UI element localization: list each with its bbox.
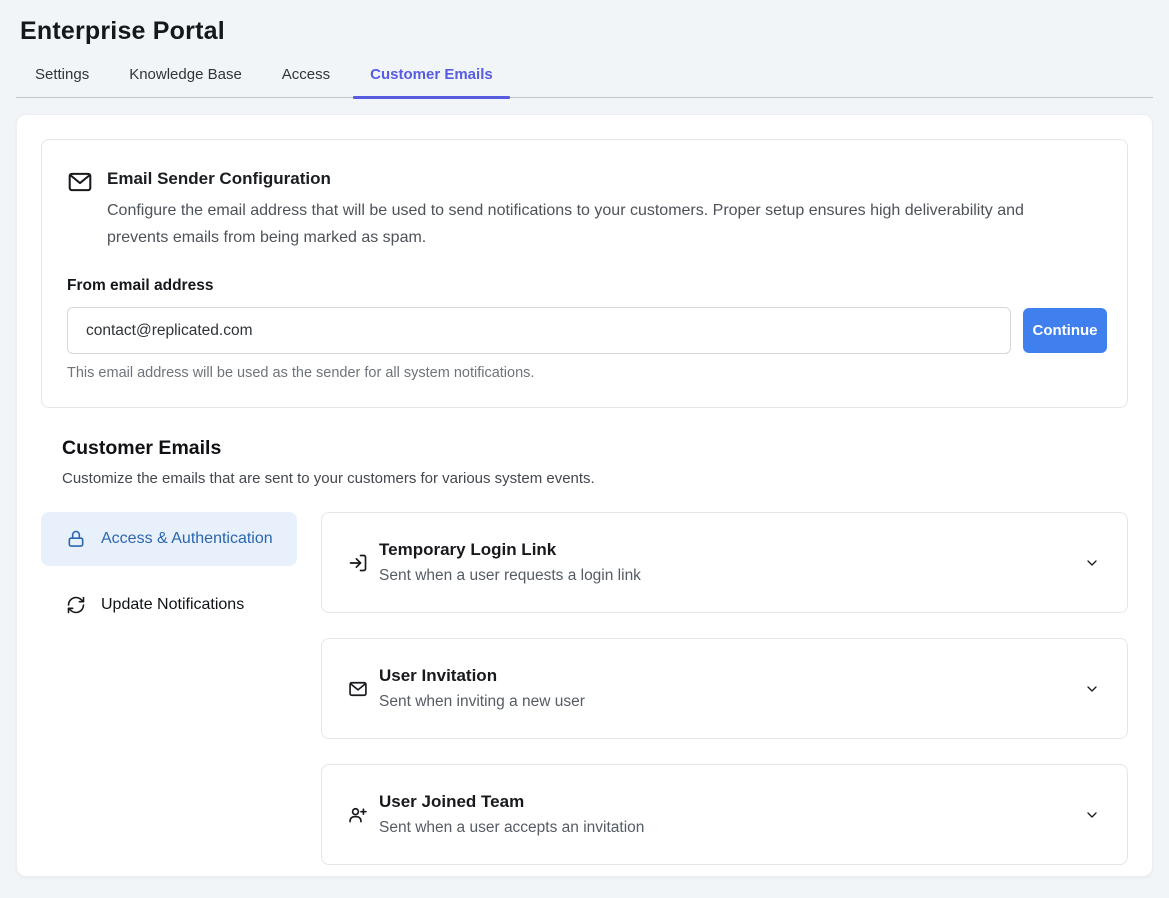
accordion-temporary-login-link[interactable]: Temporary Login Link Sent when a user re…: [321, 512, 1128, 613]
config-card-description: Configure the email address that will be…: [107, 197, 1087, 251]
lock-icon: [66, 529, 86, 549]
from-email-input[interactable]: [67, 307, 1011, 354]
accordion-title: Temporary Login Link: [379, 537, 1084, 563]
user-plus-icon: [348, 805, 368, 825]
config-card-header: Email Sender Configuration Configure the…: [67, 167, 1107, 251]
email-template-list: Temporary Login Link Sent when a user re…: [321, 512, 1128, 865]
accordion-title: User Invitation: [379, 663, 1084, 689]
accordion-text: Temporary Login Link Sent when a user re…: [379, 537, 1084, 589]
tab-bar: Settings Knowledge Base Access Customer …: [16, 57, 1153, 98]
accordion-user-joined-team[interactable]: User Joined Team Sent when a user accept…: [321, 764, 1128, 865]
from-email-label: From email address: [67, 277, 1107, 295]
config-card-title: Email Sender Configuration: [107, 167, 1087, 191]
accordion-description: Sent when a user accepts an invitation: [379, 815, 1084, 841]
accordion-description: Sent when a user requests a login link: [379, 563, 1084, 589]
customer-emails-title: Customer Emails: [62, 437, 1128, 460]
customer-emails-subtitle: Customize the emails that are sent to yo…: [62, 470, 1128, 487]
page-title: Enterprise Portal: [0, 0, 1169, 46]
login-icon: [348, 553, 368, 573]
accordion-description: Sent when inviting a new user: [379, 689, 1084, 715]
category-label: Update Notifications: [101, 593, 244, 617]
chevron-down-icon[interactable]: [1084, 807, 1100, 823]
chevron-down-icon[interactable]: [1084, 555, 1100, 571]
tab-knowledge-base[interactable]: Knowledge Base: [112, 57, 259, 97]
mail-icon: [348, 679, 368, 699]
tab-customer-emails[interactable]: Customer Emails: [353, 57, 510, 97]
config-card-text: Email Sender Configuration Configure the…: [107, 167, 1087, 251]
email-input-row: Continue: [67, 307, 1107, 354]
category-access-authentication[interactable]: Access & Authentication: [41, 512, 297, 566]
enterprise-portal-page: Enterprise Portal Settings Knowledge Bas…: [0, 0, 1169, 898]
customer-emails-layout: Access & Authentication Update Notificat…: [41, 512, 1128, 865]
main-panel: Email Sender Configuration Configure the…: [16, 114, 1153, 877]
accordion-text: User Joined Team Sent when a user accept…: [379, 789, 1084, 841]
accordion-user-invitation[interactable]: User Invitation Sent when inviting a new…: [321, 638, 1128, 739]
refresh-icon: [66, 595, 86, 615]
chevron-down-icon[interactable]: [1084, 681, 1100, 697]
accordion-text: User Invitation Sent when inviting a new…: [379, 663, 1084, 715]
tab-settings[interactable]: Settings: [18, 57, 106, 97]
continue-button[interactable]: Continue: [1023, 308, 1107, 353]
email-category-nav: Access & Authentication Update Notificat…: [41, 512, 297, 632]
email-sender-configuration-card: Email Sender Configuration Configure the…: [41, 139, 1128, 408]
category-update-notifications[interactable]: Update Notifications: [41, 578, 297, 632]
mail-icon: [67, 167, 93, 251]
tab-access[interactable]: Access: [265, 57, 347, 97]
accordion-title: User Joined Team: [379, 789, 1084, 815]
email-helper-text: This email address will be used as the s…: [67, 365, 1107, 381]
sender-form: From email address Continue This email a…: [67, 277, 1107, 381]
category-label: Access & Authentication: [101, 527, 273, 551]
